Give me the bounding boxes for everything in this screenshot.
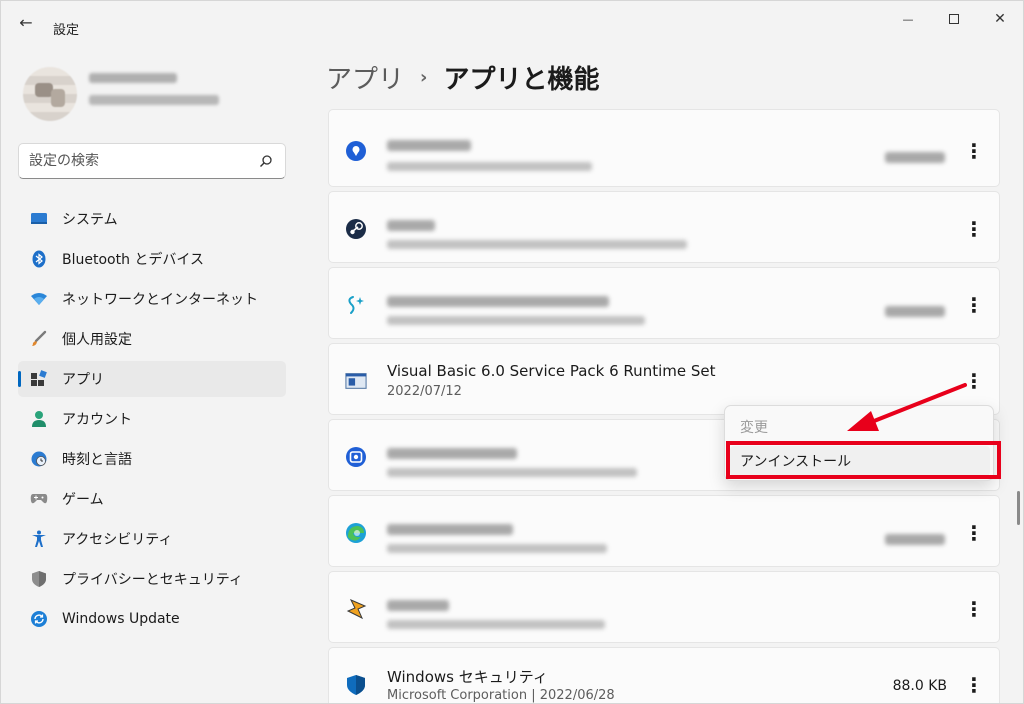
more-options-button[interactable]: ⋮ [961, 596, 987, 622]
sidebar-item-label: システム [62, 212, 118, 228]
update-icon [30, 610, 48, 628]
profile-name-redacted [89, 73, 177, 83]
breadcrumb-separator: › [420, 67, 428, 88]
avatar [23, 67, 77, 121]
app-window-icon [345, 370, 367, 392]
breadcrumb: アプリ › アプリと機能 [326, 59, 599, 96]
sidebar-item-label: アクセシビリティ [62, 532, 173, 548]
more-options-button[interactable]: ⋮ [961, 292, 987, 318]
more-options-button[interactable]: ⋮ [961, 672, 987, 698]
sidebar-item-label: ゲーム [62, 492, 104, 508]
uninstall-highlight-box [726, 441, 1001, 479]
sidebar-item-bluetooth[interactable]: Bluetooth とデバイス [18, 241, 286, 277]
sidebar-item-label: Bluetooth とデバイス [62, 252, 204, 268]
path-sparkle-icon [345, 294, 367, 316]
sidebar-item-label: アプリ [62, 372, 104, 388]
app-size: 88.0 KB [892, 678, 947, 694]
bluetooth-icon [30, 250, 48, 268]
sidebar-item-label: 個人用設定 [62, 332, 132, 348]
app-publisher-date: Microsoft Corporation | 2022/06/28 [387, 688, 615, 703]
app-row-redacted: ⋮ [328, 495, 1000, 567]
page-title: アプリと機能 [443, 65, 600, 95]
steam-icon [345, 218, 367, 240]
sidebar-item-time-language[interactable]: 時刻と言語 [18, 441, 286, 477]
person-icon [30, 410, 48, 428]
app-install-date: 2022/07/12 [387, 384, 462, 399]
more-icon: ⋮ [964, 597, 984, 621]
monitor-icon [30, 210, 48, 228]
sidebar-item-personalization[interactable]: 個人用設定 [18, 321, 286, 357]
window-title: 設定 [53, 23, 80, 38]
sidebar-item-windows-update[interactable]: Windows Update [18, 601, 286, 637]
scrollbar-thumb[interactable] [1017, 491, 1020, 525]
apps-icon [30, 370, 48, 388]
settings-window: ← 設定 — ✕ システム [0, 0, 1024, 704]
search-input[interactable] [29, 150, 249, 172]
gamepad-icon [30, 490, 48, 508]
wifi-icon [30, 290, 48, 308]
back-button[interactable]: ← [13, 11, 39, 33]
sidebar-item-label: アカウント [62, 412, 132, 428]
shield-icon [30, 570, 48, 588]
profile-email-redacted [89, 95, 219, 105]
back-arrow-icon: ← [19, 12, 33, 32]
close-icon: ✕ [994, 11, 1006, 27]
red-arrow-annotation [847, 383, 967, 431]
sidebar-item-system[interactable]: システム [18, 201, 286, 237]
wallpaper-engine-icon [345, 446, 367, 468]
more-options-button[interactable]: ⋮ [961, 138, 987, 164]
winamp-bolt-icon [345, 598, 367, 620]
search-icon [260, 155, 272, 167]
sidebar-item-label: 時刻と言語 [62, 452, 132, 468]
more-icon: ⋮ [964, 293, 984, 317]
sidebar-item-gaming[interactable]: ゲーム [18, 481, 286, 517]
windows-security-icon [345, 674, 367, 696]
brush-icon [30, 330, 48, 348]
clock-globe-icon [30, 450, 48, 468]
more-icon: ⋮ [964, 521, 984, 545]
edge-icon [345, 522, 367, 544]
sidebar-item-network[interactable]: ネットワークとインターネット [18, 281, 286, 317]
sidebar-item-accounts[interactable]: アカウント [18, 401, 286, 437]
location-pin-icon [345, 140, 367, 162]
sidebar-item-apps[interactable]: アプリ [18, 361, 286, 397]
more-icon: ⋮ [964, 673, 984, 697]
maximize-button[interactable] [931, 5, 977, 33]
app-row-redacted: ⋮ [328, 267, 1000, 339]
more-options-button[interactable]: ⋮ [961, 216, 987, 242]
maximize-icon [949, 14, 959, 24]
breadcrumb-apps-link[interactable]: アプリ [326, 59, 404, 96]
sidebar-item-label: プライバシーとセキュリティ [62, 572, 243, 588]
title-bar: ← 設定 — ✕ [1, 1, 1023, 41]
sidebar-nav: システム Bluetooth とデバイス ネットワークとインターネット 個人用設… [18, 201, 286, 641]
app-row-redacted: ⋮ [328, 109, 1000, 187]
app-row-windows-security: Windows セキュリティ Microsoft Corporation | 2… [328, 647, 1000, 703]
app-name: Visual Basic 6.0 Service Pack 6 Runtime … [387, 362, 716, 380]
sidebar-item-label: ネットワークとインターネット [62, 292, 258, 308]
app-row-redacted: ⋮ [328, 191, 1000, 263]
settings-search-box[interactable] [18, 143, 286, 179]
minimize-button[interactable]: — [885, 5, 931, 33]
close-button[interactable]: ✕ [977, 5, 1023, 33]
more-options-button[interactable]: ⋮ [961, 520, 987, 546]
app-name: Windows セキュリティ [387, 668, 548, 686]
more-icon: ⋮ [964, 217, 984, 241]
app-row-redacted: ⋮ [328, 571, 1000, 643]
user-profile[interactable] [23, 67, 293, 121]
sidebar-item-accessibility[interactable]: アクセシビリティ [18, 521, 286, 557]
sidebar-item-privacy[interactable]: プライバシーとセキュリティ [18, 561, 286, 597]
minimize-icon: — [902, 12, 914, 26]
accessibility-icon [30, 530, 48, 548]
more-icon: ⋮ [964, 139, 984, 163]
sidebar-item-label: Windows Update [62, 611, 180, 627]
